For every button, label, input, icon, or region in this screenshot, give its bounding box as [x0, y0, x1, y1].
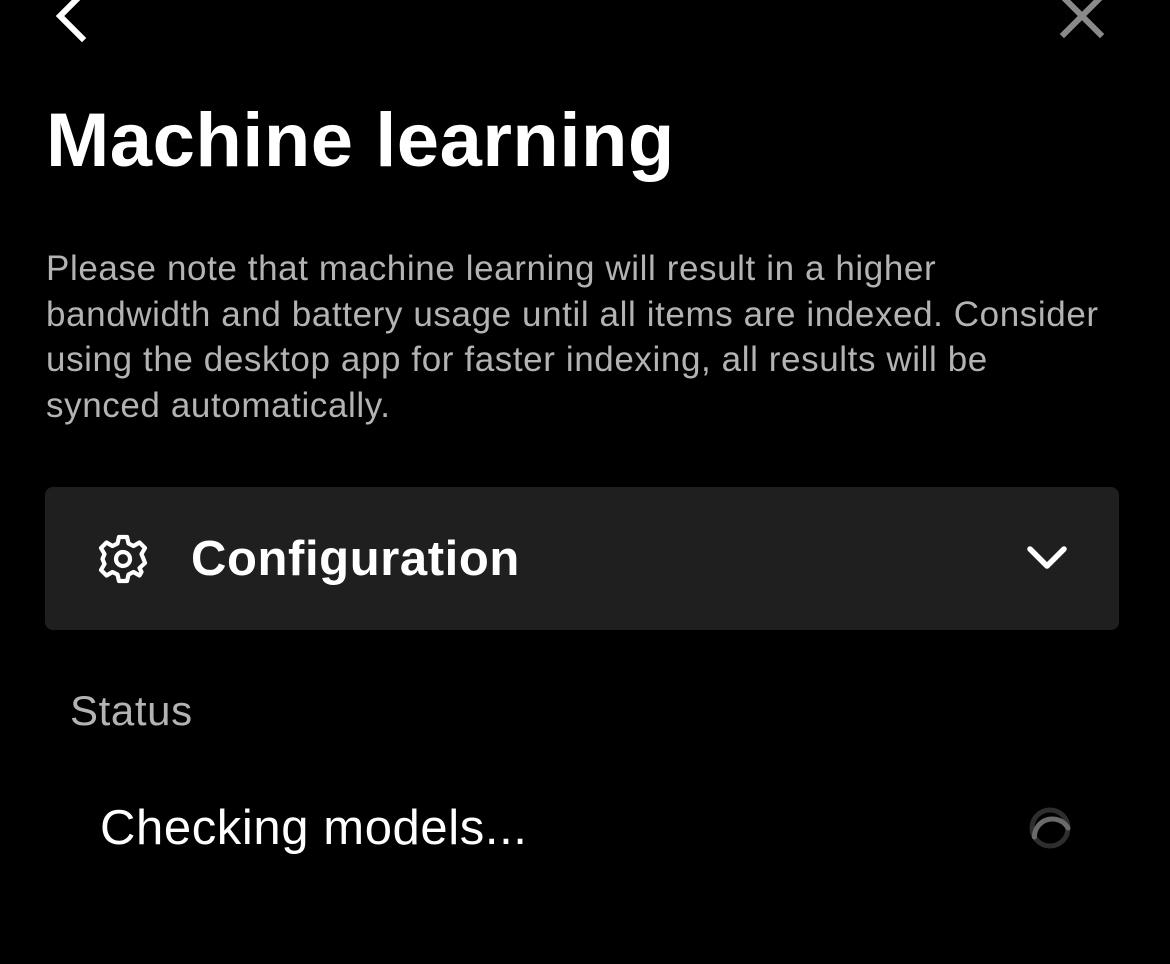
description-text: Please note that machine learning will r…: [46, 249, 1099, 425]
status-message: Checking models...: [100, 801, 528, 855]
page-title: Machine learning: [46, 98, 675, 183]
status-section-label: Status: [70, 687, 193, 734]
top-bar: [0, 0, 1170, 60]
close-button[interactable]: [1052, 0, 1112, 46]
status-row: Checking models...: [0, 780, 1170, 880]
back-button[interactable]: [40, 0, 100, 46]
gear-icon: [98, 534, 148, 584]
close-icon: [1059, 0, 1105, 39]
configuration-label: Configuration: [191, 532, 520, 586]
configuration-expander[interactable]: Configuration: [45, 487, 1119, 630]
chevron-down-icon: [1027, 546, 1067, 569]
chevron-left-icon: [55, 0, 87, 43]
spinner-icon: [1029, 807, 1071, 849]
